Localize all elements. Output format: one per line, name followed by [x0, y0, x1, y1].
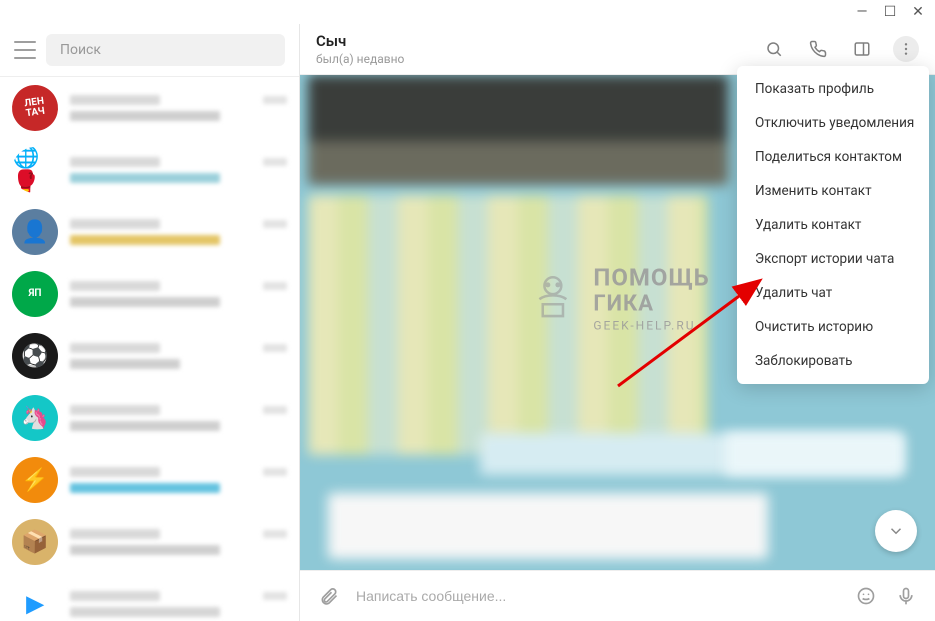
menu-item[interactable]: Отключить уведомления [737, 106, 929, 140]
chat-name [70, 591, 160, 601]
chat-name [70, 219, 160, 229]
chat-time [263, 468, 287, 476]
attach-icon[interactable] [316, 583, 342, 609]
chat-item[interactable]: 📦 [0, 511, 299, 573]
chat-time [263, 592, 287, 600]
chat-preview [70, 359, 180, 369]
chat-name [70, 95, 160, 105]
avatar: 👤 [12, 209, 58, 255]
chat-item[interactable]: 👤 [0, 201, 299, 263]
message-composer [300, 570, 935, 621]
side-panel-icon[interactable] [849, 36, 875, 62]
chat-preview [70, 421, 220, 431]
chat-time [263, 96, 287, 104]
menu-icon[interactable] [14, 41, 36, 59]
avatar: 🌐🥊 [12, 147, 58, 193]
search-icon[interactable] [761, 36, 787, 62]
scroll-down-button[interactable] [875, 510, 917, 552]
avatar: 📦 [12, 519, 58, 565]
message-bubble[interactable] [328, 493, 768, 559]
chat-list[interactable]: ЛЕН ТАЧ 🌐🥊 👤 ЯП ⚽ 🦄 ⚡ 📦 ▶ [0, 77, 299, 621]
close-button[interactable]: ✕ [909, 4, 927, 20]
chat-preview [70, 545, 220, 555]
context-menu: Показать профильОтключить уведомленияПод… [737, 66, 929, 384]
sidebar: Поиск ЛЕН ТАЧ 🌐🥊 👤 ЯП ⚽ 🦄 ⚡ 📦 ▶ [0, 24, 300, 621]
more-icon[interactable] [893, 36, 919, 62]
avatar: ЛЕН ТАЧ [9, 82, 61, 134]
menu-item[interactable]: Экспорт истории чата [737, 242, 929, 276]
minimize-button[interactable]: — [853, 4, 871, 20]
menu-item[interactable]: Изменить контакт [737, 174, 929, 208]
emoji-icon[interactable] [853, 583, 879, 609]
chat-title: Сыч [316, 32, 404, 50]
menu-item[interactable]: Поделиться контактом [737, 140, 929, 174]
message-bubble[interactable] [725, 433, 905, 475]
chat-time [263, 220, 287, 228]
menu-item[interactable]: Удалить чат [737, 276, 929, 310]
maximize-button[interactable]: ☐ [881, 4, 899, 20]
chat-item[interactable]: ЛЕН ТАЧ [0, 77, 299, 139]
chat-preview [70, 297, 220, 307]
chat-time [263, 344, 287, 352]
menu-item[interactable]: Удалить контакт [737, 208, 929, 242]
avatar: ▶ [12, 581, 58, 621]
chat-item[interactable]: ▶ [0, 573, 299, 621]
chat-time [263, 530, 287, 538]
chat-time [263, 158, 287, 166]
chat-name [70, 405, 160, 415]
chat-preview [70, 235, 220, 245]
search-input[interactable]: Поиск [46, 34, 285, 66]
chat-name [70, 529, 160, 539]
menu-item[interactable]: Заблокировать [737, 344, 929, 378]
menu-item[interactable]: Очистить историю [737, 310, 929, 344]
media-message[interactable] [308, 75, 728, 185]
chat-preview [70, 111, 220, 121]
chat-preview [70, 607, 220, 617]
chat-preview [70, 173, 220, 183]
message-input[interactable] [356, 588, 839, 604]
chat-item[interactable]: 🌐🥊 [0, 139, 299, 201]
avatar: ЯП [12, 271, 58, 317]
chat-item[interactable]: ЯП [0, 263, 299, 325]
chat-name [70, 343, 160, 353]
chat-status: был(а) недавно [316, 52, 404, 66]
chat-name [70, 157, 160, 167]
chat-item[interactable]: ⚽ [0, 325, 299, 387]
window-titlebar: — ☐ ✕ [0, 0, 935, 24]
chat-item[interactable]: 🦄 [0, 387, 299, 449]
chat-item[interactable]: ⚡ [0, 449, 299, 511]
voice-icon[interactable] [893, 583, 919, 609]
chat-time [263, 406, 287, 414]
avatar: 🦄 [12, 395, 58, 441]
chat-name [70, 467, 160, 477]
chat-name [70, 281, 160, 291]
chat-panel: Сыч был(а) недавно [300, 24, 935, 621]
media-message[interactable] [308, 195, 708, 455]
chat-preview [70, 483, 220, 493]
menu-item[interactable]: Показать профиль [737, 72, 929, 106]
chat-time [263, 282, 287, 290]
avatar: ⚽ [12, 333, 58, 379]
call-icon[interactable] [805, 36, 831, 62]
avatar: ⚡ [12, 457, 58, 503]
